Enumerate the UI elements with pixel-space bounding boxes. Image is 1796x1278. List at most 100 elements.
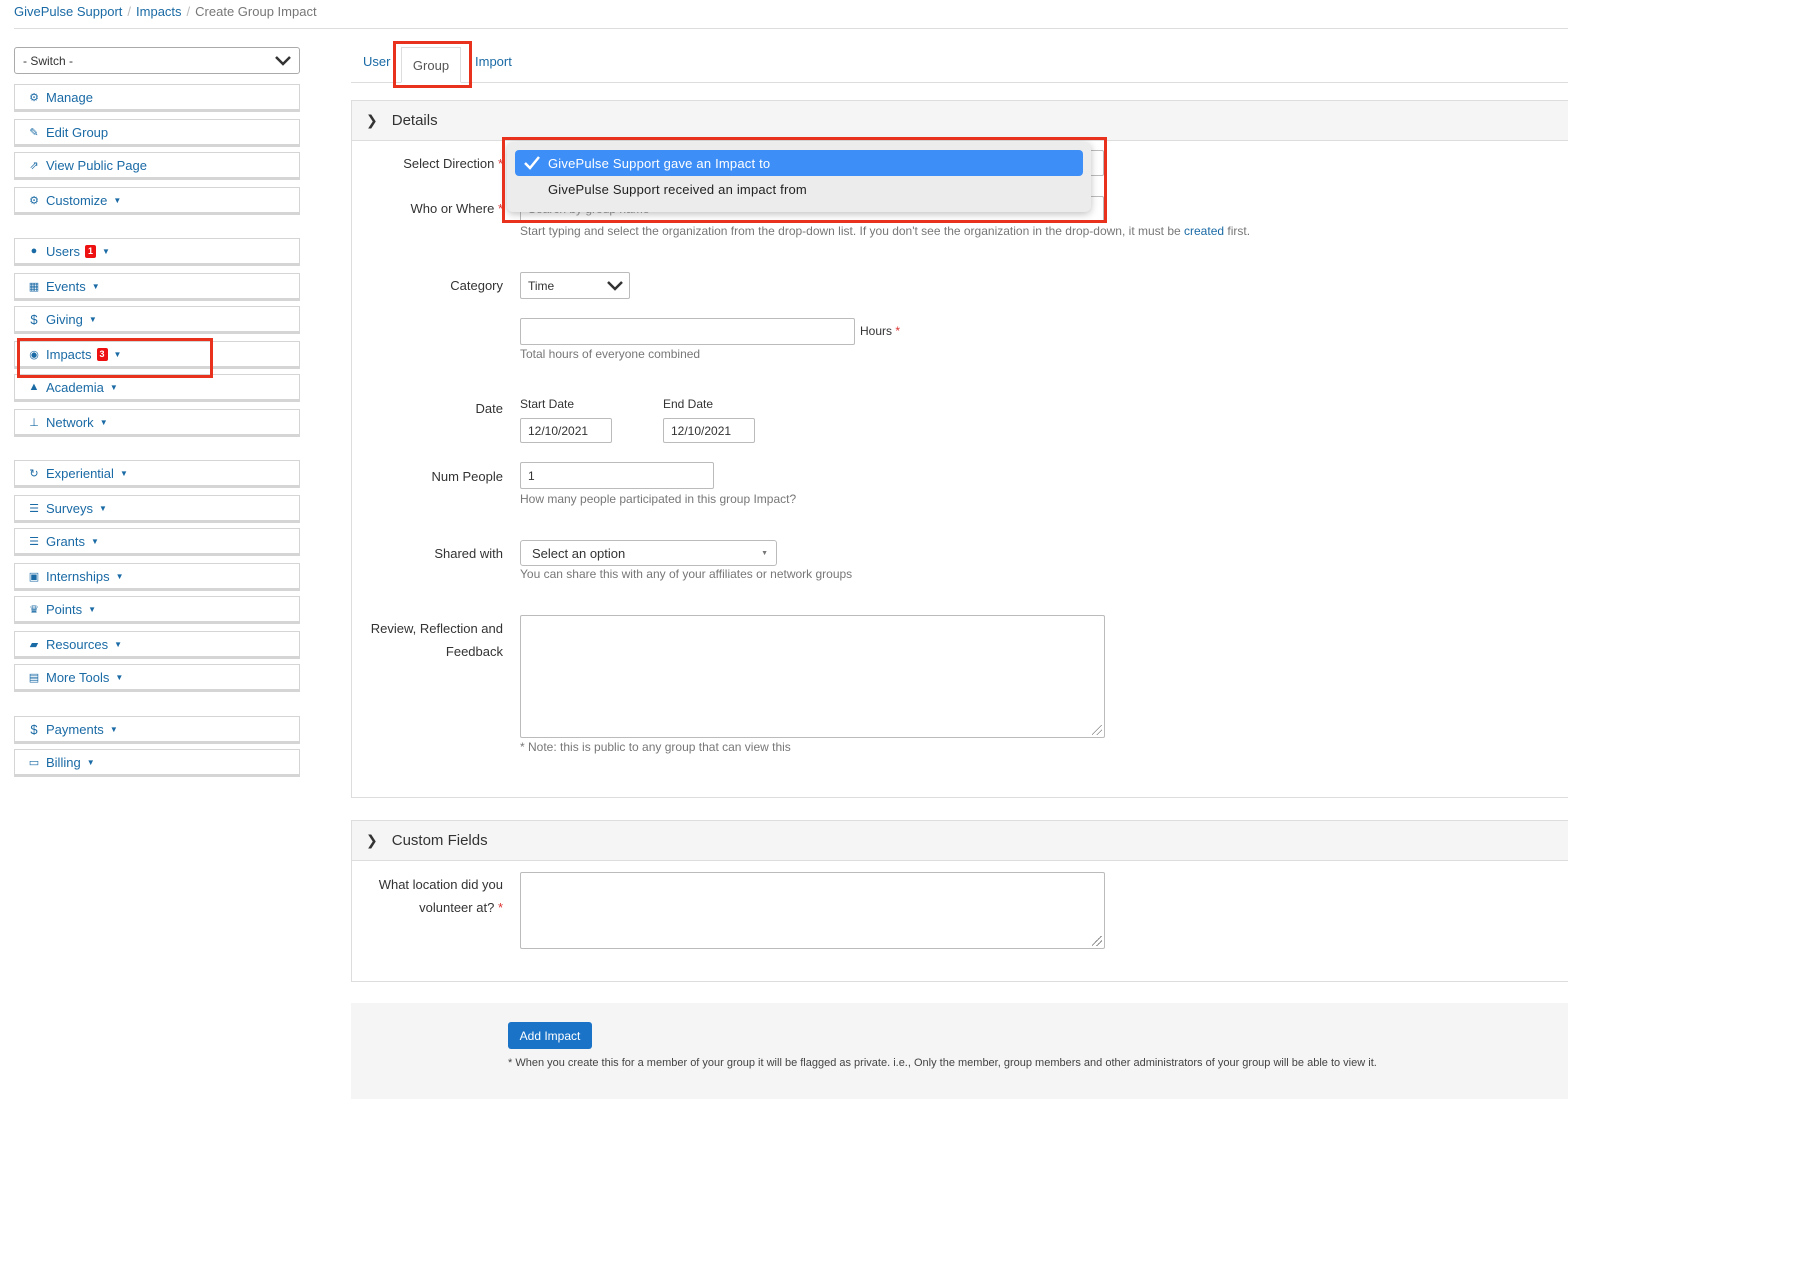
- tab-label: Group: [412, 57, 450, 73]
- sidebar-item-users[interactable]: ● Users 1 ▼: [14, 238, 300, 266]
- details-panel-header[interactable]: ❯ Details: [352, 101, 1568, 141]
- created-link[interactable]: created: [1184, 224, 1224, 238]
- shared-with-label: Shared with: [434, 546, 503, 561]
- caret-down-icon: ▼: [114, 639, 123, 649]
- tab-divider: [351, 82, 1568, 83]
- custom-fields-panel-header[interactable]: ❯ Custom Fields: [352, 821, 1568, 861]
- caret-down-icon: ▼: [98, 503, 107, 513]
- sitemap-icon: ⊥: [29, 416, 39, 429]
- chevron-right-icon: ❯: [366, 112, 378, 128]
- sidebar-item-manage[interactable]: ⚙ Manage: [14, 84, 300, 112]
- resize-handle[interactable]: [1092, 725, 1102, 735]
- sidebar-item-label: Surveys: [46, 500, 93, 516]
- tab-user[interactable]: User: [363, 54, 390, 69]
- input-value: 12/10/2021: [528, 423, 589, 438]
- label-text: Select Direction: [403, 156, 495, 171]
- hours-input[interactable]: [520, 318, 855, 345]
- input-value: 12/10/2021: [671, 423, 732, 438]
- required-marker: *: [497, 900, 503, 915]
- graduation-cap-icon: ▲: [28, 381, 40, 393]
- dollar-icon: $: [30, 721, 38, 737]
- sidebar-item-events[interactable]: ▦ Events ▼: [14, 273, 300, 301]
- caret-down-icon: ▼: [86, 757, 95, 767]
- sidebar-item-more-tools[interactable]: ▤ More Tools ▼: [14, 664, 300, 692]
- caret-down-icon: ▼: [91, 281, 100, 291]
- sidebar-item-academia[interactable]: ▲ Academia ▼: [14, 374, 300, 402]
- caret-down-icon: ▼: [88, 314, 97, 324]
- sidebar-item-impacts[interactable]: ◉ Impacts 3 ▼: [14, 341, 300, 369]
- list-icon: ☰: [29, 502, 39, 515]
- gears-icon: ⚙: [29, 194, 39, 207]
- sidebar-item-internships[interactable]: ▣ Internships ▼: [14, 563, 300, 591]
- tab-group[interactable]: Group: [401, 47, 461, 83]
- sidebar-item-view-public-page[interactable]: ⇗ View Public Page: [14, 152, 300, 180]
- resize-handle[interactable]: [1092, 936, 1102, 946]
- add-impact-button[interactable]: Add Impact: [508, 1022, 592, 1049]
- caret-down-icon: ▼: [113, 349, 122, 359]
- switch-label: - Switch -: [23, 53, 74, 68]
- sidebar-item-giving[interactable]: $ Giving ▼: [14, 306, 300, 334]
- caret-down-icon: ▼: [115, 571, 124, 581]
- breadcrumb-impacts-link[interactable]: Impacts: [136, 4, 182, 19]
- end-date-label: End Date: [663, 397, 714, 411]
- caret-down-icon: ▼: [119, 468, 128, 478]
- option-label: GivePulse Support gave an Impact to: [548, 155, 771, 171]
- sidebar-item-grants[interactable]: ☰ Grants ▼: [14, 528, 300, 556]
- chevron-down-icon: [607, 280, 623, 291]
- dashboard-icon: ◉: [29, 348, 39, 361]
- toolbox-icon: ▤: [28, 671, 40, 684]
- sidebar-item-resources[interactable]: ▰ Resources ▼: [14, 631, 300, 659]
- sidebar-item-points[interactable]: ♛ Points ▼: [14, 596, 300, 624]
- direction-option-gave[interactable]: GivePulse Support gave an Impact to: [515, 150, 1083, 176]
- sidebar-item-label: Customize: [46, 192, 108, 208]
- sidebar-item-label: Impacts: [46, 346, 92, 362]
- sidebar-item-customize[interactable]: ⚙ Customize ▼: [14, 187, 300, 215]
- sidebar-item-experiential[interactable]: ↻ Experiential ▼: [14, 460, 300, 488]
- who-where-help: Start typing and select the organization…: [520, 224, 1250, 238]
- notification-badge: 3: [96, 347, 108, 361]
- pencil-icon: ✎: [29, 126, 39, 139]
- sidebar-item-label: Grants: [46, 533, 86, 549]
- external-link-icon: ⇗: [29, 159, 39, 172]
- sidebar-item-surveys[interactable]: ☰ Surveys ▼: [14, 495, 300, 523]
- gears-icon: ⚙: [29, 91, 39, 104]
- direction-option-received[interactable]: GivePulse Support received an impact fro…: [515, 176, 1083, 202]
- briefcase-icon: ▣: [28, 570, 40, 583]
- group-switch-select[interactable]: - Switch -: [14, 47, 300, 74]
- caret-down-icon: ▼: [109, 724, 118, 734]
- end-date-input[interactable]: 12/10/2021: [663, 418, 755, 443]
- label-text: Hours: [860, 324, 893, 338]
- sidebar-item-label: Experiential: [46, 465, 114, 481]
- start-date-input[interactable]: 12/10/2021: [520, 418, 612, 443]
- sidebar-item-label: Academia: [46, 379, 104, 395]
- user-icon: ●: [30, 245, 38, 257]
- notification-badge: 1: [84, 244, 96, 258]
- option-label: GivePulse Support received an impact fro…: [548, 181, 807, 197]
- review-textarea[interactable]: [520, 615, 1105, 738]
- help-text: first.: [1224, 224, 1251, 238]
- sidebar-item-network[interactable]: ⊥ Network ▼: [14, 409, 300, 437]
- refresh-icon: ↻: [29, 467, 39, 480]
- sidebar-item-payments[interactable]: $ Payments ▼: [14, 716, 300, 744]
- category-value: Time: [528, 278, 555, 293]
- start-date-label: Start Date: [520, 397, 575, 411]
- required-marker: *: [497, 156, 503, 171]
- shared-with-select[interactable]: Select an option ▼: [520, 540, 777, 566]
- sidebar-item-label: More Tools: [46, 669, 110, 685]
- divider: [14, 28, 1568, 29]
- breadcrumb-home-link[interactable]: GivePulse Support: [14, 4, 122, 19]
- sidebar-item-billing[interactable]: ▭ Billing ▼: [14, 749, 300, 777]
- label-text: volunteer at?: [419, 900, 495, 915]
- location-textarea[interactable]: [520, 872, 1105, 949]
- select-direction-label: Select Direction *: [360, 152, 503, 175]
- form-footer: [351, 1003, 1568, 1099]
- date-label: Date: [475, 401, 503, 416]
- direction-dropdown-menu: GivePulse Support gave an Impact to Give…: [507, 142, 1091, 212]
- sidebar-item-edit-group[interactable]: ✎ Edit Group: [14, 119, 300, 147]
- location-label-line1: What location did you: [378, 877, 503, 892]
- caret-down-icon: ▼: [109, 382, 118, 392]
- category-select[interactable]: Time: [520, 272, 630, 299]
- num-people-input[interactable]: 1: [520, 462, 714, 489]
- tab-import[interactable]: Import: [475, 54, 512, 69]
- breadcrumb-current: Create Group Impact: [195, 4, 317, 19]
